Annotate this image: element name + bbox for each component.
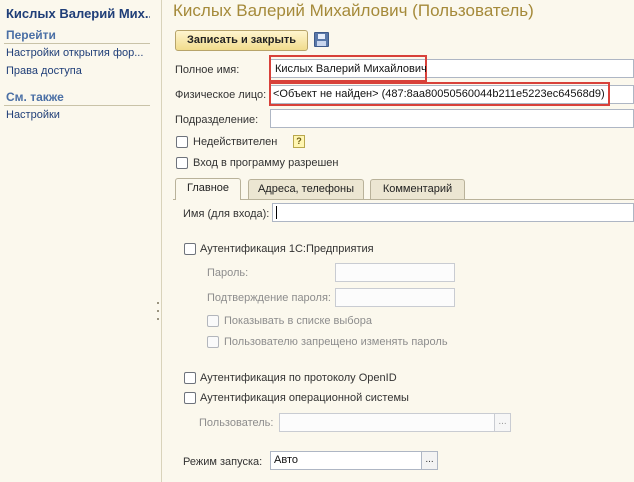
full-name-value: Кислых Валерий Михайлович [275, 63, 427, 75]
login-allowed-label: Вход в программу разрешен [193, 157, 339, 169]
launch-mode-input[interactable]: Авто [270, 451, 422, 470]
page-title: Кислых Валерий Михайлович (Пользователь) [173, 1, 534, 20]
auth-openid-label: Аутентификация по протоколу OpenID [200, 372, 397, 384]
floppy-disk-icon[interactable] [314, 32, 329, 47]
password-input[interactable] [335, 263, 455, 282]
department-input[interactable] [270, 109, 634, 128]
login-allowed-checkbox[interactable] [176, 157, 188, 169]
panel-splitter[interactable] [152, 0, 162, 482]
help-icon[interactable]: ? [293, 135, 305, 148]
tab-addresses-phones[interactable]: Адреса, телефоны [248, 179, 364, 199]
splitter-grip-dot [157, 318, 159, 320]
person-value: <Объект не найден> (487:8aa80050560044b2… [273, 88, 605, 100]
save-and-close-button[interactable]: Записать и закрыть [175, 30, 308, 51]
active-tab-gap [176, 199, 240, 200]
full-name-label: Полное имя: [175, 64, 240, 76]
auth-os-checkbox[interactable] [184, 392, 196, 404]
see-also-divider [4, 105, 150, 106]
invalid-checkbox[interactable] [176, 136, 188, 148]
invalid-label: Недействителен [193, 136, 278, 148]
password-confirm-input[interactable] [335, 288, 455, 307]
os-user-label: Пользователь: [199, 417, 274, 429]
launch-mode-select-button[interactable]: ... [422, 451, 438, 470]
goto-heading: Перейти [6, 28, 56, 42]
tab-comment[interactable]: Комментарий [370, 179, 465, 199]
auth-1c-label: Аутентификация 1С:Предприятия [200, 243, 374, 255]
login-name-label: Имя (для входа): [183, 208, 270, 220]
show-in-list-checkbox[interactable] [207, 315, 219, 327]
show-in-list-label: Показывать в списке выбора [224, 315, 372, 327]
sidebar-item-form-settings[interactable]: Настройки открытия фор... [6, 47, 152, 59]
auth-openid-checkbox[interactable] [184, 372, 196, 384]
launch-mode-label: Режим запуска: [183, 456, 263, 468]
auth-1c-checkbox[interactable] [184, 243, 196, 255]
sidebar-item-settings[interactable]: Настройки [6, 109, 152, 121]
text-caret [276, 206, 277, 219]
see-also-heading: См. также [6, 90, 64, 104]
person-label: Физическое лицо: [175, 89, 267, 101]
splitter-grip-dot [157, 302, 159, 304]
password-label: Пароль: [207, 267, 249, 279]
auth-os-label: Аутентификация операционной системы [200, 392, 409, 404]
forbid-change-password-checkbox[interactable] [207, 336, 219, 348]
goto-divider [4, 43, 150, 44]
sidebar-title: Кислых Валерий Мих... [6, 6, 150, 21]
login-name-input[interactable] [272, 203, 634, 222]
forbid-change-password-label: Пользователю запрещено изменять пароль [224, 336, 448, 348]
password-confirm-label: Подтверждение пароля: [207, 292, 331, 304]
tab-baseline [173, 199, 634, 200]
os-user-select-button[interactable]: ... [495, 413, 511, 432]
department-label: Подразделение: [175, 114, 259, 126]
sidebar-item-access-rights[interactable]: Права доступа [6, 65, 152, 77]
os-user-input[interactable] [279, 413, 495, 432]
tab-main[interactable]: Главное [175, 178, 241, 199]
splitter-grip-dot [157, 310, 159, 312]
